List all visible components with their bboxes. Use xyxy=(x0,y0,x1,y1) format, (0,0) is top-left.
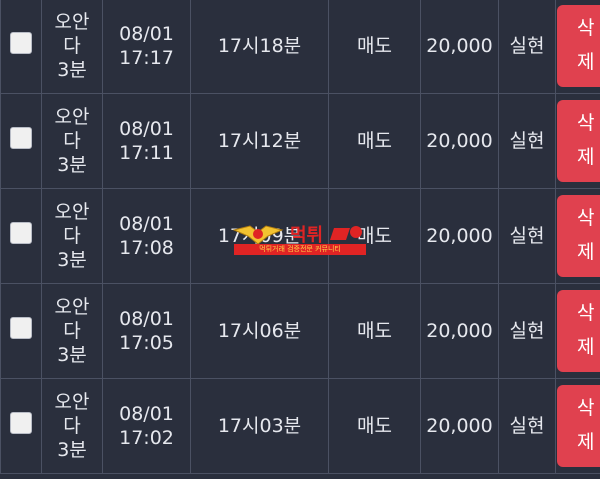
result-cell: 실현 xyxy=(498,378,556,474)
delete-button[interactable]: 삭 제 xyxy=(557,290,600,372)
amount-cell: 20,000 xyxy=(420,0,499,94)
table-row: 오안 다 3분 08/01 17:17 17시18분 매도 20,000 실현 … xyxy=(0,0,600,94)
game-name-line1: 오안 xyxy=(54,201,90,223)
delete-cell: 삭 제 xyxy=(555,188,600,284)
game-name-line2: 다 xyxy=(63,225,81,247)
row-select-cell xyxy=(0,283,42,379)
game-cell: 오안 다 3분 xyxy=(41,188,103,284)
time-text: 17:11 xyxy=(119,142,174,164)
table-row: 오안 다 3분 08/01 17:05 17시06분 매도 20,000 실현 … xyxy=(0,283,600,379)
result-cell: 실현 xyxy=(498,188,556,284)
game-name-line2: 다 xyxy=(63,130,81,152)
time-text: 17:08 xyxy=(119,237,174,259)
delete-button[interactable]: 삭 제 xyxy=(557,100,600,182)
bet-type-cell: 매도 xyxy=(328,283,421,379)
game-name-line1: 오안 xyxy=(54,391,90,413)
row-select-cell xyxy=(0,188,42,284)
delete-label-1: 삭 xyxy=(577,302,595,324)
amount-cell: 20,000 xyxy=(420,188,499,284)
result-cell: 실현 xyxy=(498,283,556,379)
row-select-cell xyxy=(0,93,42,189)
result-cell: 실현 xyxy=(498,0,556,94)
game-name-line3: 3분 xyxy=(57,344,87,366)
game-name-line3: 3분 xyxy=(57,439,87,461)
delete-label-2: 제 xyxy=(577,146,595,168)
datetime-cell: 08/01 17:11 xyxy=(102,93,191,189)
delete-label-1: 삭 xyxy=(577,112,595,134)
date-text: 08/01 xyxy=(119,403,174,425)
delete-button[interactable]: 삭 제 xyxy=(557,195,600,277)
delete-label-2: 제 xyxy=(577,51,595,73)
game-cell: 오안 다 3분 xyxy=(41,0,103,94)
row-checkbox[interactable] xyxy=(10,412,32,434)
game-name-line3: 3분 xyxy=(57,154,87,176)
date-text: 08/01 xyxy=(119,213,174,235)
delete-button[interactable]: 삭 제 xyxy=(557,385,600,467)
datetime-cell: 08/01 17:02 xyxy=(102,378,191,474)
table-row: 오안 다 3분 08/01 17:11 17시12분 매도 20,000 실현 … xyxy=(0,93,600,189)
delete-cell: 삭 제 xyxy=(555,378,600,474)
game-name-line2: 다 xyxy=(63,320,81,342)
game-cell: 오안 다 3분 xyxy=(41,93,103,189)
delete-label-1: 삭 xyxy=(577,397,595,419)
game-name-line1: 오안 xyxy=(54,11,90,33)
row-checkbox[interactable] xyxy=(10,127,32,149)
datetime-cell: 08/01 17:17 xyxy=(102,0,191,94)
amount-cell: 20,000 xyxy=(420,378,499,474)
bet-type-cell: 매도 xyxy=(328,378,421,474)
time-text: 17:17 xyxy=(119,47,174,69)
amount-cell: 20,000 xyxy=(420,283,499,379)
amount-cell: 20,000 xyxy=(420,93,499,189)
game-name-line3: 3분 xyxy=(57,59,87,81)
game-name-line1: 오안 xyxy=(54,296,90,318)
bet-time-cell: 17시03분 xyxy=(190,378,329,474)
game-name-line3: 3분 xyxy=(57,249,87,271)
date-text: 08/01 xyxy=(119,308,174,330)
bet-time-cell: 17시06분 xyxy=(190,283,329,379)
table-row: 오안 다 3분 08/01 17:02 17시03분 매도 20,000 실현 … xyxy=(0,378,600,474)
game-cell: 오안 다 3분 xyxy=(41,378,103,474)
watermark-logo: 먹튀 먹튀거래 검증전문 커뮤니티 xyxy=(232,222,368,255)
time-text: 17:05 xyxy=(119,332,174,354)
game-name-line2: 다 xyxy=(63,35,81,57)
delete-label-1: 삭 xyxy=(577,17,595,39)
row-checkbox[interactable] xyxy=(10,222,32,244)
bet-type-cell: 매도 xyxy=(328,93,421,189)
game-name-line1: 오안 xyxy=(54,106,90,128)
game-name-line2: 다 xyxy=(63,415,81,437)
delete-cell: 삭 제 xyxy=(555,0,600,94)
bet-time-cell: 17시18분 xyxy=(190,0,329,94)
datetime-cell: 08/01 17:05 xyxy=(102,283,191,379)
date-text: 08/01 xyxy=(119,118,174,140)
row-select-cell xyxy=(0,378,42,474)
delete-cell: 삭 제 xyxy=(555,283,600,379)
datetime-cell: 08/01 17:08 xyxy=(102,188,191,284)
row-checkbox[interactable] xyxy=(10,317,32,339)
delete-label-2: 제 xyxy=(577,241,595,263)
result-cell: 실현 xyxy=(498,93,556,189)
row-select-cell xyxy=(0,0,42,94)
time-text: 17:02 xyxy=(119,427,174,449)
delete-cell: 삭 제 xyxy=(555,93,600,189)
watermark-tagline: 먹튀거래 검증전문 커뮤니티 xyxy=(234,244,366,255)
eagle-emblem-icon: 먹튀 xyxy=(232,225,362,246)
delete-label-2: 제 xyxy=(577,431,595,453)
bet-type-cell: 매도 xyxy=(328,0,421,94)
date-text: 08/01 xyxy=(119,23,174,45)
delete-button[interactable]: 삭 제 xyxy=(557,5,600,87)
watermark-brand: 먹튀 xyxy=(290,225,323,246)
delete-label-1: 삭 xyxy=(577,207,595,229)
bet-time-cell: 17시12분 xyxy=(190,93,329,189)
delete-label-2: 제 xyxy=(577,336,595,358)
row-checkbox[interactable] xyxy=(10,32,32,54)
game-cell: 오안 다 3분 xyxy=(41,283,103,379)
